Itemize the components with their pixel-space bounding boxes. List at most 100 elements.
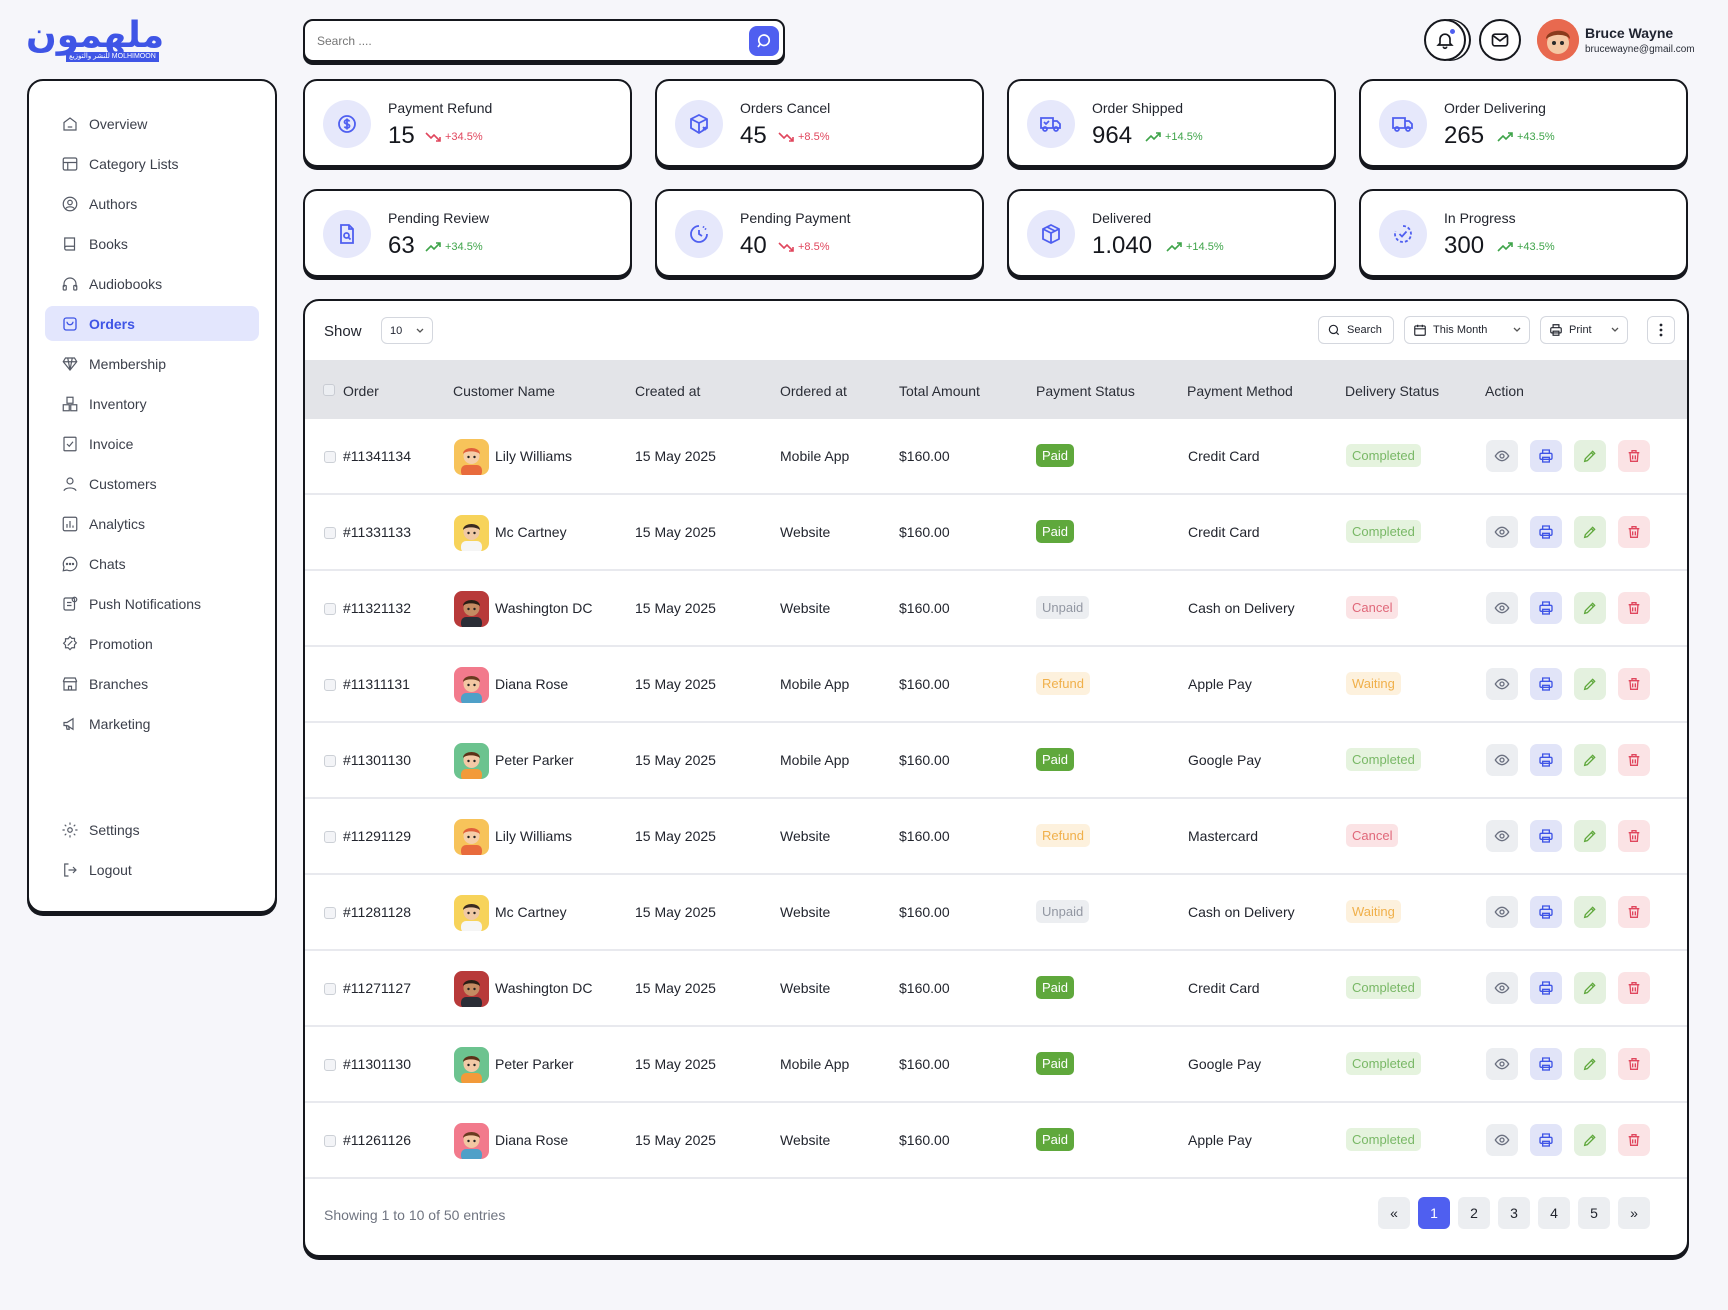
sidebar-item-audiobooks[interactable]: Audiobooks	[45, 266, 259, 301]
stat-card-delivered[interactable]: Delivered 1.040 +14.5%	[1007, 189, 1336, 277]
table-row[interactable]: #11341134 Lily Williams 15 May 2025 Mobile …	[305, 419, 1687, 495]
edit-button[interactable]	[1574, 1124, 1606, 1156]
row-checkbox[interactable]	[324, 527, 336, 539]
notifications-button[interactable]	[1424, 19, 1466, 61]
delete-button[interactable]	[1618, 1048, 1650, 1080]
view-button[interactable]	[1486, 1124, 1518, 1156]
sidebar-item-analytics[interactable]: Analytics	[45, 506, 259, 541]
sidebar-item-inventory[interactable]: Inventory	[45, 386, 259, 421]
search-input[interactable]	[317, 33, 749, 48]
period-select[interactable]: This Month	[1404, 316, 1530, 344]
delete-button[interactable]	[1618, 592, 1650, 624]
column-header[interactable]: Order	[343, 383, 379, 399]
edit-button[interactable]	[1574, 516, 1606, 548]
view-button[interactable]	[1486, 516, 1518, 548]
edit-button[interactable]	[1574, 1048, 1606, 1080]
column-header[interactable]: Created at	[635, 383, 700, 399]
column-header[interactable]: Customer Name	[453, 383, 555, 399]
sidebar-item-settings[interactable]: Settings	[45, 812, 259, 847]
stat-card-order-shipped[interactable]: Order Shipped 964 +14.5%	[1007, 79, 1336, 167]
delete-button[interactable]	[1618, 744, 1650, 776]
delete-button[interactable]	[1618, 896, 1650, 928]
table-row[interactable]: #11271127 Washington DC 15 May 2025 Website…	[305, 951, 1687, 1027]
stat-card-pending-payment[interactable]: Pending Payment 40 +8.5%	[655, 189, 984, 277]
table-row[interactable]: #11331133 Mc Cartney 15 May 2025 Website $16…	[305, 495, 1687, 571]
column-header[interactable]: Payment Status	[1036, 383, 1135, 399]
order-id[interactable]: #11311131	[343, 676, 410, 692]
table-row[interactable]: #11281128 Mc Cartney 15 May 2025 Website $16…	[305, 875, 1687, 951]
search-button[interactable]	[749, 25, 779, 56]
first-page-button[interactable]: «	[1378, 1197, 1410, 1229]
customer-name[interactable]: Diana Rose	[495, 676, 568, 692]
page-button-4[interactable]: 4	[1538, 1197, 1570, 1229]
order-id[interactable]: #11331133	[343, 524, 411, 540]
table-row[interactable]: #11301130 Peter Parker 15 May 2025 Mobile A…	[305, 723, 1687, 799]
brand-logo[interactable]: ملهمون للنشر والتوزيع MOLHIMOON	[26, 18, 166, 62]
sidebar-item-branches[interactable]: Branches	[45, 666, 259, 701]
print-button[interactable]	[1530, 1048, 1562, 1080]
sidebar-item-books[interactable]: Books	[45, 226, 259, 261]
sidebar-item-membership[interactable]: Membership	[45, 346, 259, 381]
print-button[interactable]	[1530, 744, 1562, 776]
sidebar-item-authors[interactable]: Authors	[45, 186, 259, 221]
customer-name[interactable]: Peter Parker	[495, 752, 574, 768]
row-checkbox[interactable]	[324, 1059, 336, 1071]
view-button[interactable]	[1486, 972, 1518, 1004]
column-header[interactable]: Delivery Status	[1345, 383, 1439, 399]
stat-card-payment-refund[interactable]: Payment Refund 15 +34.5%	[303, 79, 632, 167]
sidebar-item-customers[interactable]: Customers	[45, 466, 259, 501]
page-button-5[interactable]: 5	[1578, 1197, 1610, 1229]
table-row[interactable]: #11301130 Peter Parker 15 May 2025 Mobile A…	[305, 1027, 1687, 1103]
customer-name[interactable]: Diana Rose	[495, 1132, 568, 1148]
delete-button[interactable]	[1618, 972, 1650, 1004]
order-id[interactable]: #11291129	[343, 828, 411, 844]
view-button[interactable]	[1486, 1048, 1518, 1080]
row-checkbox[interactable]	[324, 983, 336, 995]
row-checkbox[interactable]	[324, 451, 336, 463]
page-button-2[interactable]: 2	[1458, 1197, 1490, 1229]
row-checkbox[interactable]	[324, 679, 336, 691]
sidebar-item-overview[interactable]: Overview	[45, 106, 259, 141]
print-button[interactable]	[1530, 592, 1562, 624]
messages-button[interactable]	[1479, 19, 1521, 61]
page-size-select[interactable]: 10	[381, 317, 433, 344]
order-id[interactable]: #11301130	[343, 1056, 411, 1072]
delete-button[interactable]	[1618, 440, 1650, 472]
customer-name[interactable]: Lily Williams	[495, 828, 572, 844]
print-button[interactable]	[1530, 440, 1562, 472]
print-select[interactable]: Print	[1540, 316, 1628, 344]
sidebar-item-logout[interactable]: Logout	[45, 852, 259, 887]
table-row[interactable]: #11311131 Diana Rose 15 May 2025 Mobile App…	[305, 647, 1687, 723]
table-search-button[interactable]: Search	[1318, 316, 1394, 344]
order-id[interactable]: #11341134	[343, 448, 411, 464]
more-options-button[interactable]	[1647, 316, 1675, 344]
row-checkbox[interactable]	[324, 1135, 336, 1147]
row-checkbox[interactable]	[324, 831, 336, 843]
view-button[interactable]	[1486, 896, 1518, 928]
row-checkbox[interactable]	[324, 603, 336, 615]
stat-card-orders-cancel[interactable]: Orders Cancel 45 +8.5%	[655, 79, 984, 167]
stat-card-order-delivering[interactable]: Order Delivering 265 +43.5%	[1359, 79, 1688, 167]
delete-button[interactable]	[1618, 516, 1650, 548]
row-checkbox[interactable]	[324, 907, 336, 919]
sidebar-item-chats[interactable]: Chats	[45, 546, 259, 581]
page-button-3[interactable]: 3	[1498, 1197, 1530, 1229]
select-all-checkbox[interactable]	[323, 384, 335, 396]
sidebar-item-promotion[interactable]: Promotion	[45, 626, 259, 661]
edit-button[interactable]	[1574, 592, 1606, 624]
sidebar-item-marketing[interactable]: Marketing	[45, 706, 259, 741]
table-row[interactable]: #11291129 Lily Williams 15 May 2025 Website…	[305, 799, 1687, 875]
print-button[interactable]	[1530, 668, 1562, 700]
customer-name[interactable]: Washington DC	[495, 980, 593, 996]
sidebar-item-category-lists[interactable]: Category Lists	[45, 146, 259, 181]
sidebar-item-invoice[interactable]: Invoice	[45, 426, 259, 461]
edit-button[interactable]	[1574, 668, 1606, 700]
order-id[interactable]: #11281128	[343, 904, 411, 920]
sidebar-item-orders[interactable]: Orders	[45, 306, 259, 341]
order-id[interactable]: #11271127	[343, 980, 411, 996]
print-button[interactable]	[1530, 1124, 1562, 1156]
delete-button[interactable]	[1618, 1124, 1650, 1156]
print-button[interactable]	[1530, 972, 1562, 1004]
column-header[interactable]: Payment Method	[1187, 383, 1293, 399]
print-button[interactable]	[1530, 896, 1562, 928]
